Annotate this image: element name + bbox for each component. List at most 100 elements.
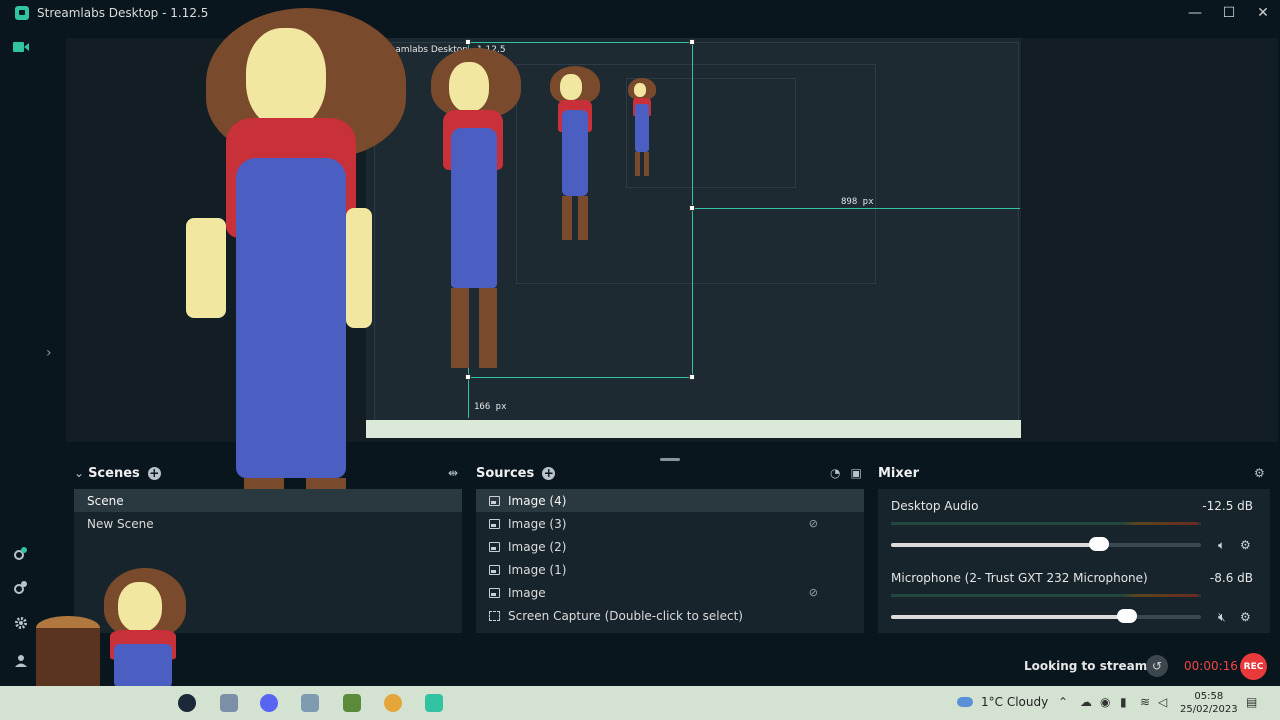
- guide-width: [692, 208, 1020, 209]
- image-icon: [489, 587, 500, 598]
- slider-knob[interactable]: [1088, 537, 1109, 551]
- source-item[interactable]: Screen Capture (Double-click to select): [476, 604, 864, 627]
- slider-knob[interactable]: [1116, 609, 1137, 623]
- chrome-icon[interactable]: [384, 694, 402, 712]
- microphone-icon[interactable]: ▮: [1120, 695, 1127, 709]
- wifi-icon[interactable]: ≋: [1140, 695, 1150, 709]
- volume-meter: [891, 594, 1201, 597]
- stream-preview[interactable]: Streamlabs Desktop - 1.12.5 898 px 166 p…: [66, 8, 1278, 588]
- nested-taskbar: [366, 420, 1021, 438]
- guide-height: [468, 378, 469, 418]
- mixer-panel: Desktop Audio -12.5 dB 🔈︎ ⚙ Microphone (…: [878, 489, 1270, 633]
- windows-taskbar: 1°C Cloudy ⌃ ☁ ◉ ▮ ≋ ◁ 05:58 25/02/2023 …: [0, 686, 1280, 720]
- girl-sticker: [100, 568, 190, 688]
- source-item[interactable]: Image (3) ⊘: [476, 512, 864, 535]
- channel-db: -12.5 dB: [1202, 499, 1253, 513]
- source-item[interactable]: Image ⊘: [476, 581, 864, 604]
- mixer-channel-mic: Microphone (2- Trust GXT 232 Microphone)…: [878, 561, 1270, 633]
- chevron-down-icon[interactable]: ⌄: [74, 466, 84, 480]
- preview-resize-bar[interactable]: [660, 458, 680, 461]
- source-item[interactable]: Image (4): [476, 489, 864, 512]
- eye-off-icon[interactable]: ⊘: [809, 517, 818, 530]
- channel-name: Desktop Audio: [891, 499, 979, 513]
- scenes-collapse: ⇹: [448, 463, 458, 483]
- sources-actions: ◔ ▣: [830, 463, 862, 483]
- mail-icon[interactable]: [301, 694, 319, 712]
- taskbar-clock[interactable]: 05:58 25/02/2023: [1180, 690, 1238, 716]
- record-button[interactable]: REC: [1240, 653, 1267, 680]
- sources-title: Sources: [476, 465, 535, 481]
- themes-icon[interactable]: [12, 544, 30, 562]
- image-icon: [489, 495, 500, 506]
- mixer-title: Mixer: [878, 465, 920, 481]
- collapse-icon[interactable]: ⇹: [448, 466, 458, 480]
- minimize-button[interactable]: —: [1178, 0, 1212, 26]
- gear-icon[interactable]: [12, 614, 30, 632]
- source-label: Image (1): [508, 562, 567, 577]
- source-label: Image (4): [508, 493, 567, 508]
- channel-db: -8.6 dB: [1209, 571, 1253, 585]
- volume-slider[interactable]: [891, 537, 1201, 551]
- eye-off-icon[interactable]: ⊘: [809, 586, 818, 599]
- minecraft-icon[interactable]: [343, 694, 361, 712]
- replay-buffer-icon[interactable]: ↺: [1146, 655, 1168, 677]
- weather-widget[interactable]: 1°C Cloudy: [957, 695, 1048, 709]
- discord-icon[interactable]: [260, 694, 278, 712]
- character-image-3: [546, 66, 606, 246]
- network-icon[interactable]: ◉: [1100, 695, 1110, 709]
- source-label: Image (2): [508, 539, 567, 554]
- streamlabs-window: Streamlabs Desktop - 1.12.5 — ☐ ✕ › Stre…: [0, 0, 1280, 720]
- studio-mode-icon[interactable]: [12, 38, 30, 56]
- scene-label: New Scene: [87, 516, 154, 531]
- source-label: Screen Capture (Double-click to select): [508, 608, 743, 623]
- speaker-icon[interactable]: 🔈︎: [1218, 538, 1225, 553]
- volume-slider[interactable]: [891, 609, 1201, 623]
- add-folder-icon[interactable]: ▣: [850, 466, 861, 480]
- add-source-button[interactable]: +: [542, 466, 556, 480]
- visibility-toggle-icon[interactable]: ◔: [830, 466, 840, 480]
- footer-bar: Looking to stream? ↺ 00:00:16 REC: [42, 650, 1280, 684]
- volume-meter: [891, 522, 1201, 525]
- resize-handle[interactable]: [465, 39, 471, 45]
- volume-icon[interactable]: ◁: [1158, 695, 1167, 709]
- guide-height-label: 166 px: [474, 402, 507, 412]
- guide-top: [468, 42, 693, 43]
- clock-time: 05:58: [1194, 691, 1224, 702]
- character-image-4: [626, 78, 658, 178]
- scene-item[interactable]: New Scene: [74, 512, 462, 535]
- chevron-up-icon[interactable]: ⌃: [1058, 695, 1068, 709]
- gear-icon[interactable]: ⚙: [1254, 466, 1265, 480]
- add-scene-button[interactable]: +: [147, 466, 161, 480]
- streamlabs-logo-icon: [15, 6, 29, 20]
- scenes-title: Scenes: [88, 465, 140, 481]
- resize-handle[interactable]: [689, 39, 695, 45]
- source-item[interactable]: Image (2): [476, 535, 864, 558]
- source-label: Image (3): [508, 516, 567, 531]
- streamlabs-icon[interactable]: [425, 694, 443, 712]
- resize-handle[interactable]: [689, 205, 695, 211]
- looking-to-stream-link[interactable]: Looking to stream?: [1024, 659, 1154, 673]
- scene-label: Scene: [87, 493, 124, 508]
- notifications-icon[interactable]: ▤: [1246, 695, 1257, 709]
- source-item[interactable]: Image (1): [476, 558, 864, 581]
- steam-icon[interactable]: [178, 694, 196, 712]
- paint-icon[interactable]: [220, 694, 238, 712]
- resize-handle[interactable]: [689, 374, 695, 380]
- cloud-sync-icon[interactable]: ☁: [1080, 695, 1092, 709]
- scene-item[interactable]: Scene: [74, 489, 462, 512]
- image-icon: [489, 564, 500, 575]
- close-button[interactable]: ✕: [1246, 0, 1280, 26]
- user-icon[interactable]: [12, 652, 30, 670]
- recording-timer: 00:00:16: [1184, 659, 1238, 673]
- cloud-icon: [957, 697, 973, 707]
- maximize-button[interactable]: ☐: [1212, 0, 1246, 26]
- gear-icon[interactable]: ⚙: [1240, 610, 1251, 624]
- apps-icon[interactable]: [12, 578, 30, 596]
- character-image-2: [421, 48, 531, 378]
- sources-list: Image (4) Image (3) ⊘ Image (2) Image (1…: [476, 489, 864, 633]
- window-controls: — ☐ ✕: [1178, 0, 1280, 26]
- speaker-muted-icon[interactable]: 🔇︎: [1218, 610, 1226, 625]
- guide-width-label: 898 px: [841, 197, 874, 207]
- chevron-right-icon[interactable]: ›: [46, 345, 52, 361]
- gear-icon[interactable]: ⚙: [1240, 538, 1251, 552]
